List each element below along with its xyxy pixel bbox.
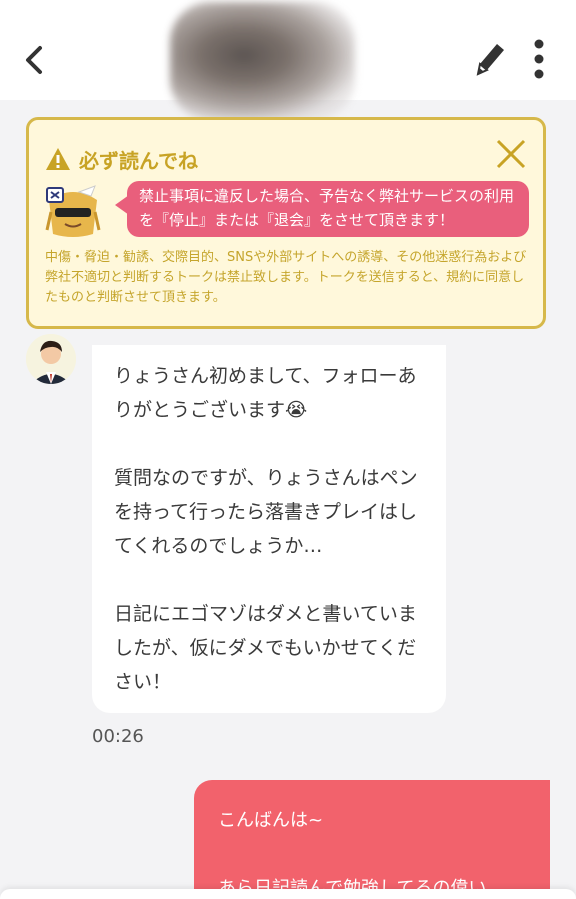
outgoing-message-text: こんばんは~ あら日記読んで勉強してるの偉い bbox=[218, 810, 487, 899]
edit-button[interactable] bbox=[470, 38, 508, 78]
outgoing-message-bubble: こんばんは~ あら日記読んで勉強してるの偉い bbox=[194, 780, 550, 899]
message-timestamp: 00:26 bbox=[92, 726, 144, 747]
incoming-message-text: りょうさん初めまして、フォローありがとうございます😭 質問なのですが、りょうさん… bbox=[114, 365, 418, 693]
pencil-icon bbox=[476, 44, 504, 76]
notice-body-text: 中傷・脅迫・勧誘、交際目的、SNSや外部サイトへの誘導、その他迷惑行為および弊社… bbox=[45, 250, 527, 305]
notice-title: 必ず読んでね bbox=[45, 144, 198, 174]
close-icon bbox=[496, 139, 526, 169]
mascot-icon bbox=[43, 182, 103, 240]
chat-header bbox=[0, 0, 576, 120]
user-avatar-icon[interactable] bbox=[26, 334, 76, 384]
notice-close-button[interactable] bbox=[495, 138, 527, 170]
notice-title-text: 必ず読んでね bbox=[79, 148, 198, 173]
more-options-button[interactable] bbox=[528, 38, 550, 80]
chevron-left-icon bbox=[26, 46, 42, 74]
notice-highlight: 禁止事項に違反した場合、予告なく弊社サービスの利用を『停止』または『退会』をさせ… bbox=[115, 181, 529, 237]
incoming-message-bubble: りょうさん初めまして、フォローありがとうございます😭 質問なのですが、りょうさん… bbox=[92, 345, 446, 713]
vertical-dots-icon bbox=[534, 39, 544, 79]
blurred-contact-name bbox=[170, 2, 355, 120]
back-button[interactable] bbox=[20, 40, 50, 80]
message-composer[interactable] bbox=[0, 889, 576, 899]
warning-triangle-icon bbox=[46, 148, 70, 170]
notice-panel: 必ず読んでね 禁止事項に違反した場合、予告なく弊社サービスの利用を『停止』または… bbox=[26, 117, 546, 329]
